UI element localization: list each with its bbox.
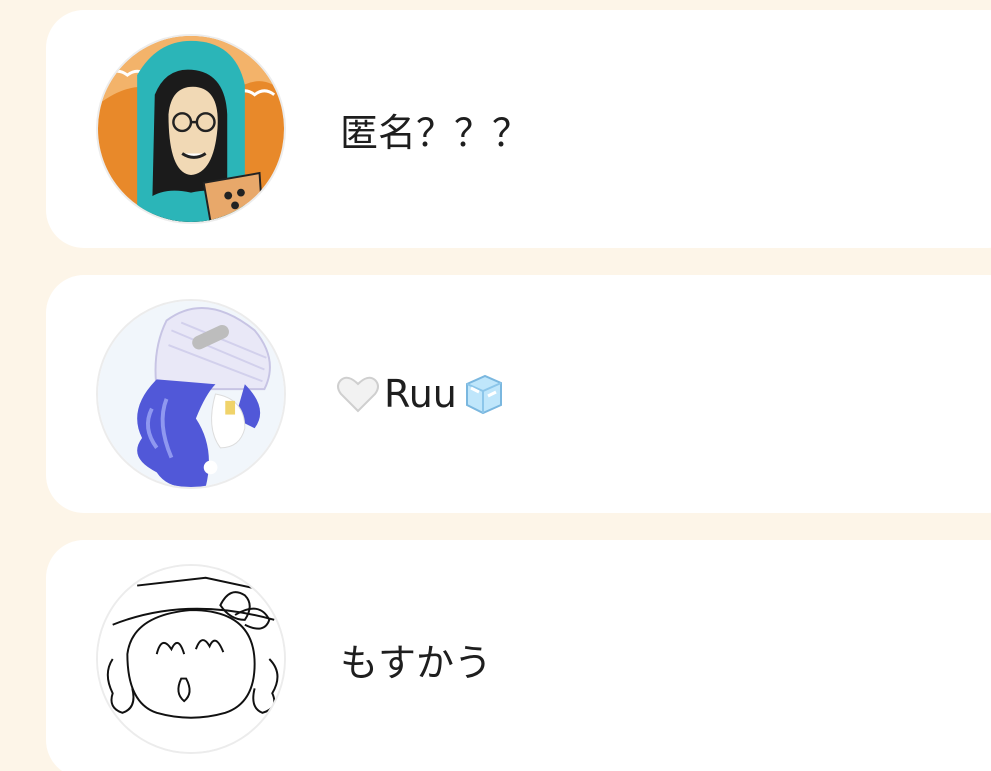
user-name: もすかう — [340, 640, 493, 685]
user-list: 匿名？？？ Ruu もすかう — [0, 0, 991, 771]
user-list-item[interactable]: 匿名？？？ — [46, 10, 991, 248]
white-heart-icon — [336, 372, 380, 416]
line-sketch-avatar-icon[interactable] — [96, 564, 286, 754]
person-with-coffee-avatar-icon[interactable] — [96, 34, 286, 224]
user-list-item[interactable]: Ruu — [46, 275, 991, 513]
user-name: Ruu — [336, 275, 505, 513]
user-name: 匿名？？？ — [340, 110, 531, 155]
anime-character-avatar-icon[interactable] — [96, 299, 286, 489]
ice-cube-icon — [461, 372, 505, 416]
user-list-item[interactable]: もすかう — [46, 540, 991, 771]
